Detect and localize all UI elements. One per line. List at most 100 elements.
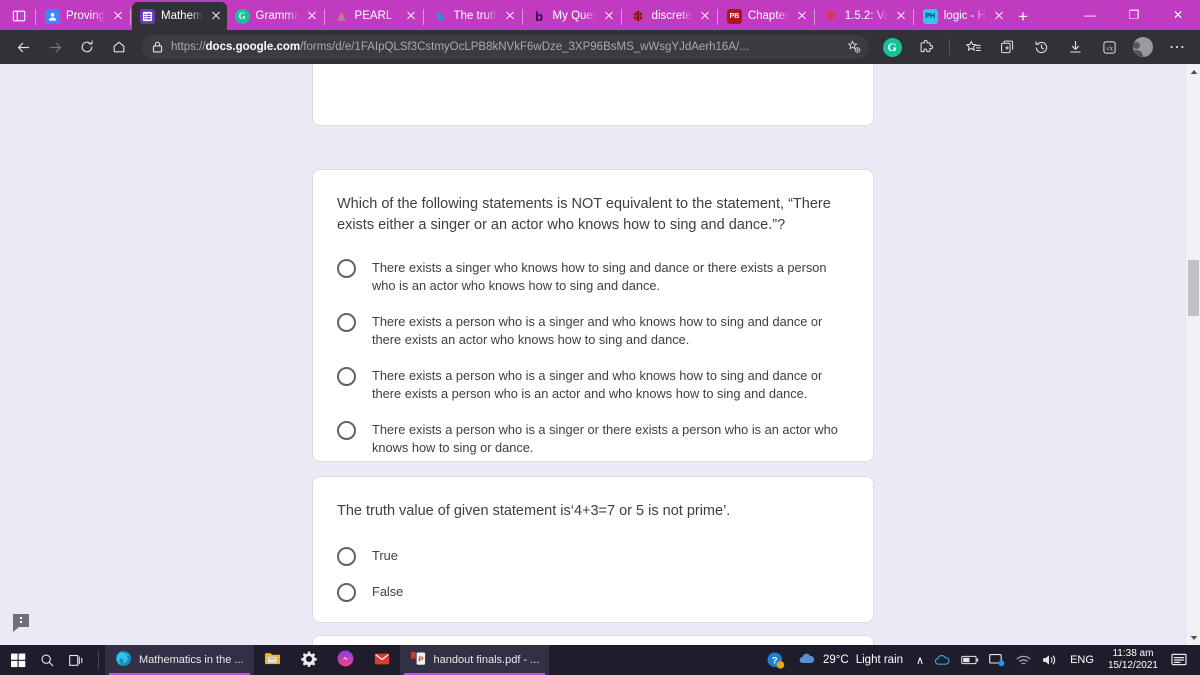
tab-chapter[interactable]: PB Chapter: [719, 2, 813, 30]
tab-divider: [620, 9, 622, 25]
tab-label: discrete: [651, 10, 692, 22]
close-window-button[interactable]: ✕: [1156, 0, 1200, 30]
clock[interactable]: 11:38 am 15/12/2021: [1100, 648, 1166, 672]
volume-icon[interactable]: [1037, 645, 1064, 675]
home-icon[interactable]: [104, 33, 134, 61]
system-tray: ? 29°C Light rain ∧ ENG 11:38 am 15/12/2: [761, 645, 1196, 675]
tab-my-questions[interactable]: b My Ques: [524, 2, 620, 30]
downloads-icon[interactable]: [1060, 33, 1090, 61]
battery-icon[interactable]: [956, 645, 984, 675]
close-icon[interactable]: [503, 9, 517, 23]
close-icon[interactable]: [602, 9, 616, 23]
history-icon[interactable]: [1026, 33, 1056, 61]
grammarly-badge: G: [882, 37, 902, 57]
browser-toolbar: https://docs.google.com/forms/d/e/1FAIpQ…: [0, 30, 1200, 64]
close-icon[interactable]: [209, 9, 223, 23]
search-icon[interactable]: [33, 645, 62, 675]
forward-arrow-icon[interactable]: [40, 33, 70, 61]
tab-label: 1.5.2: Va: [844, 10, 888, 22]
radio-button-icon[interactable]: [337, 367, 356, 386]
grammarly-icon[interactable]: G: [877, 33, 907, 61]
option-row[interactable]: True: [337, 546, 849, 566]
tab-label: PEARL -: [354, 10, 398, 22]
tab-libretexts[interactable]: 1.5.2: Va: [816, 2, 912, 30]
notification-icon[interactable]: [1166, 645, 1192, 675]
tab-proving[interactable]: Proving: [37, 2, 129, 30]
collections-icon[interactable]: [992, 33, 1022, 61]
tray-overflow-chevron-icon[interactable]: ∧: [911, 645, 929, 675]
tab-label: Proving: [66, 10, 105, 22]
tab-mathematics[interactable]: Mathem: [132, 2, 227, 30]
back-arrow-icon[interactable]: [8, 33, 38, 61]
close-icon[interactable]: [305, 9, 319, 23]
radio-button-icon[interactable]: [337, 583, 356, 602]
cloud-icon: [798, 652, 816, 669]
refresh-icon[interactable]: [72, 33, 102, 61]
scrollbar-thumb[interactable]: [1188, 260, 1199, 316]
radio-button-icon[interactable]: [337, 547, 356, 566]
question-title: The truth value of given statement is‘4+…: [337, 503, 731, 519]
collections-star-icon[interactable]: [958, 33, 988, 61]
wifi-icon[interactable]: [1010, 645, 1037, 675]
scroll-down-arrow-icon[interactable]: [1186, 630, 1200, 645]
minimize-button[interactable]: —: [1068, 0, 1112, 30]
url-text: https://docs.google.com/forms/d/e/1FAIpQ…: [171, 41, 840, 53]
close-icon[interactable]: [404, 9, 418, 23]
option-label: There exists a person who is a singer or…: [372, 422, 838, 455]
tab-divider: [521, 9, 523, 25]
tab-divider: [813, 9, 815, 25]
weather-widget[interactable]: 29°C Light rain: [790, 652, 911, 669]
taskbar-app-settings[interactable]: [291, 645, 327, 675]
taskbar-app-edge[interactable]: Mathematics in the ...: [105, 645, 254, 675]
extensions-puzzle-icon[interactable]: [911, 33, 941, 61]
language-indicator[interactable]: ENG: [1064, 654, 1100, 666]
tab-divider: [716, 9, 718, 25]
tab-search-icon[interactable]: [4, 2, 34, 30]
close-icon[interactable]: [698, 9, 712, 23]
radio-button-icon[interactable]: [337, 421, 356, 440]
tab-discrete[interactable]: discrete: [623, 2, 716, 30]
lock-icon: [150, 41, 164, 53]
clock-date: 15/12/2021: [1107, 660, 1158, 671]
taskbar-app-messenger[interactable]: [327, 645, 364, 675]
radio-button-icon[interactable]: [337, 313, 356, 332]
scroll-up-arrow-icon[interactable]: [1186, 64, 1200, 79]
option-row[interactable]: There exists a person who is a singer or…: [337, 420, 849, 456]
weather-condition: Light rain: [855, 654, 904, 666]
tab-logic[interactable]: PH logic - H: [915, 2, 1010, 30]
radio-button-icon[interactable]: [337, 259, 356, 278]
tab-grammarly[interactable]: G Gramma: [227, 2, 323, 30]
tab-the-truth[interactable]: The truth: [425, 2, 521, 30]
restore-button[interactable]: ❐: [1112, 0, 1156, 30]
taskbar-app-gmail[interactable]: [364, 645, 400, 675]
network-icon[interactable]: [984, 645, 1010, 675]
option-row[interactable]: There exists a person who is a singer an…: [337, 312, 849, 348]
close-icon[interactable]: [992, 9, 1006, 23]
profile-avatar[interactable]: [1128, 33, 1158, 61]
tab-pearl[interactable]: PEARL -: [326, 2, 422, 30]
address-bar[interactable]: https://docs.google.com/forms/d/e/1FAIpQ…: [142, 35, 869, 59]
taskbar-divider: [98, 650, 99, 670]
close-icon[interactable]: [795, 9, 809, 23]
math-solver-icon[interactable]: √x: [1094, 33, 1124, 61]
tab-divider: [912, 9, 914, 25]
help-icon[interactable]: ?: [761, 645, 790, 675]
onedrive-icon[interactable]: [929, 645, 956, 675]
page-scrollbar[interactable]: [1185, 64, 1200, 645]
taskbar-app-pdf[interactable]: P handout finals.pdf - ...: [399, 645, 550, 675]
new-tab-button[interactable]: +: [1010, 4, 1036, 30]
task-view-icon[interactable]: [62, 645, 92, 675]
option-row[interactable]: There exists a singer who knows how to s…: [337, 258, 849, 294]
close-icon[interactable]: [111, 9, 125, 23]
windows-start-icon[interactable]: [4, 645, 33, 675]
option-row[interactable]: There exists a person who is a singer an…: [337, 366, 849, 402]
close-icon[interactable]: [894, 9, 908, 23]
libretexts-icon: [824, 9, 839, 24]
more-settings-icon[interactable]: ⋯: [1162, 33, 1192, 61]
taskbar-app-file-explorer[interactable]: [254, 645, 291, 675]
settings-gear-icon: [300, 651, 317, 670]
toolbar-actions: G √x ⋯: [877, 33, 1192, 61]
option-row[interactable]: False: [337, 582, 849, 602]
favorites-star-icon[interactable]: [847, 40, 861, 54]
report-flag-icon[interactable]: [10, 612, 32, 634]
